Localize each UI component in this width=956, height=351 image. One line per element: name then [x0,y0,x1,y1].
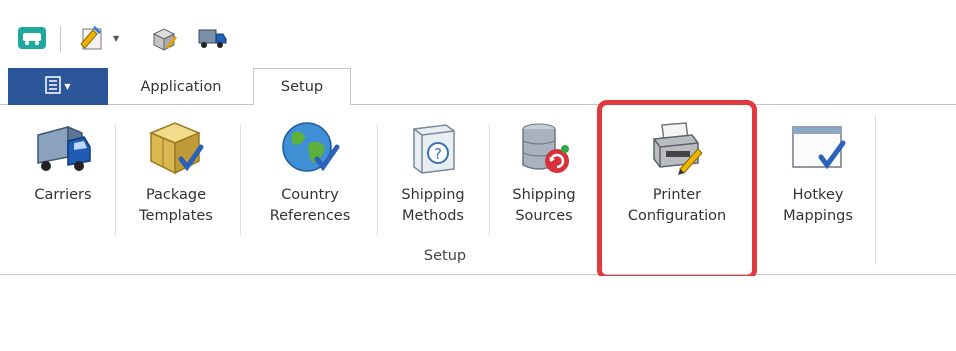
button-label: Hotkey [792,187,844,203]
carriers-button[interactable]: Carriers [18,105,108,240]
package-templates-button[interactable]: Package Templates [124,105,228,240]
button-label: Methods [402,208,464,224]
file-menu-button[interactable]: ▼ [8,68,108,105]
group-separator [489,125,490,235]
hotkey-mappings-button[interactable]: Hotkey Mappings [768,105,868,240]
app-logo-icon[interactable] [14,24,50,52]
shipping-sources-button[interactable]: Shipping Sources [498,105,590,240]
tab-application[interactable]: Application [121,68,241,105]
content-area [0,276,956,351]
group-separator [875,115,876,265]
truck-icon[interactable] [196,22,228,54]
edit-document-icon[interactable] [76,22,108,54]
quick-access-toolbar: ▼ [0,0,956,68]
button-label: Country [281,187,339,203]
dropdown-arrow-icon[interactable]: ▼ [113,34,119,43]
group-separator [377,125,378,235]
tab-setup[interactable]: Setup [253,68,351,106]
database-refresh-icon [512,117,576,179]
tab-label: Application [140,78,222,95]
group-separator [240,125,241,235]
button-label: Sources [515,208,573,224]
button-label: Shipping [512,187,576,203]
globe-check-icon [278,117,342,179]
ribbon-group-label: Setup [423,248,467,264]
button-label: Carriers [34,187,92,203]
country-references-button[interactable]: Country References [252,105,368,240]
toolbar-separator [60,26,61,52]
shipping-methods-button[interactable]: ? Shipping Methods [386,105,480,240]
window-check-icon [786,117,850,179]
highlight-annotation [597,100,757,280]
list-icon [45,75,62,98]
chevron-down-icon: ▼ [64,82,71,91]
package-check-icon [144,117,208,179]
button-label: Package [145,187,207,203]
svg-text:?: ? [434,145,442,163]
button-label: Templates [139,208,213,224]
button-label: References [269,208,351,224]
ribbon-panel: Carriers Package Templates Country Refer… [0,105,956,275]
button-label: Mappings [783,208,853,224]
button-label: Shipping [401,187,465,203]
package-edit-icon[interactable] [148,22,180,54]
tab-label: Setup [280,79,324,95]
group-separator [115,125,116,235]
help-box-icon: ? [401,117,465,179]
truck-icon [31,117,95,179]
ribbon-tab-strip: ▼ Application Setup [0,68,956,106]
